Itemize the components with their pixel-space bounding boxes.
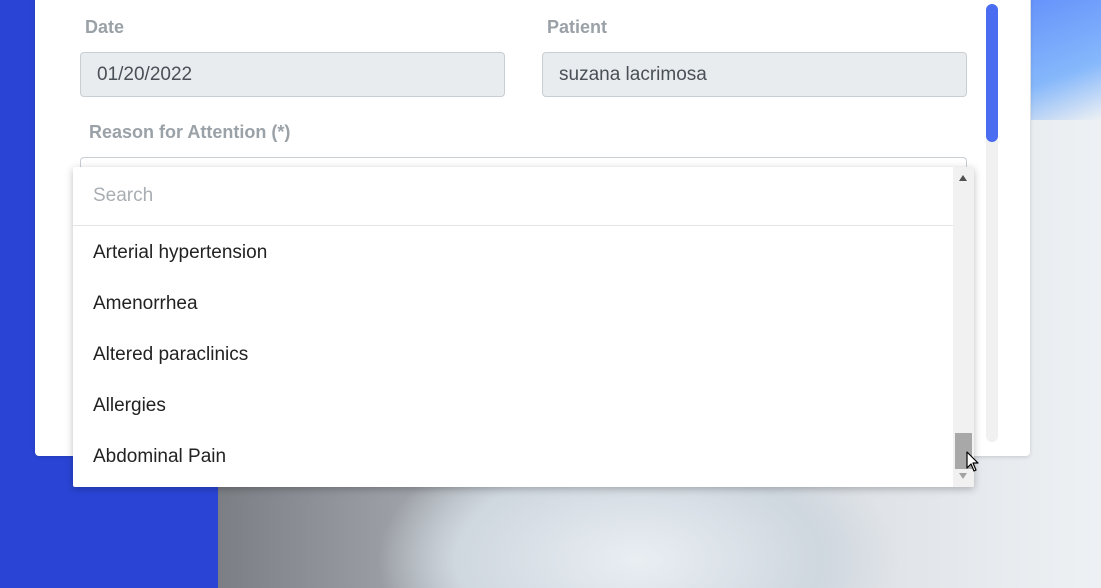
- dropdown-option[interactable]: Arterial hypertension: [73, 227, 953, 278]
- dropdown-options-list: Arterial hypertension Amenorrhea Altered…: [73, 227, 953, 482]
- patient-label: Patient: [547, 17, 608, 37]
- date-label: Date: [85, 17, 125, 37]
- card-scrollbar-thumb[interactable]: [986, 4, 998, 142]
- scroll-up-arrow-icon[interactable]: [959, 175, 967, 181]
- reason-dropdown: Arterial hypertension Amenorrhea Altered…: [73, 167, 974, 487]
- scroll-down-arrow-icon[interactable]: [959, 473, 967, 479]
- dropdown-search-input[interactable]: [73, 167, 953, 226]
- mouse-pointer-icon: [966, 451, 979, 472]
- dropdown-option[interactable]: Allergies: [73, 380, 953, 431]
- dropdown-option[interactable]: Abdominal Pain: [73, 431, 953, 482]
- dropdown-scrollbar[interactable]: [953, 167, 974, 487]
- background-accent: [1031, 0, 1101, 120]
- dropdown-option[interactable]: Altered paraclinics: [73, 329, 953, 380]
- patient-field[interactable]: suzana lacrimosa: [542, 52, 967, 97]
- date-field[interactable]: 01/20/2022: [80, 52, 505, 97]
- reason-label: Reason for Attention (*): [89, 122, 291, 142]
- dropdown-option[interactable]: Amenorrhea: [73, 278, 953, 329]
